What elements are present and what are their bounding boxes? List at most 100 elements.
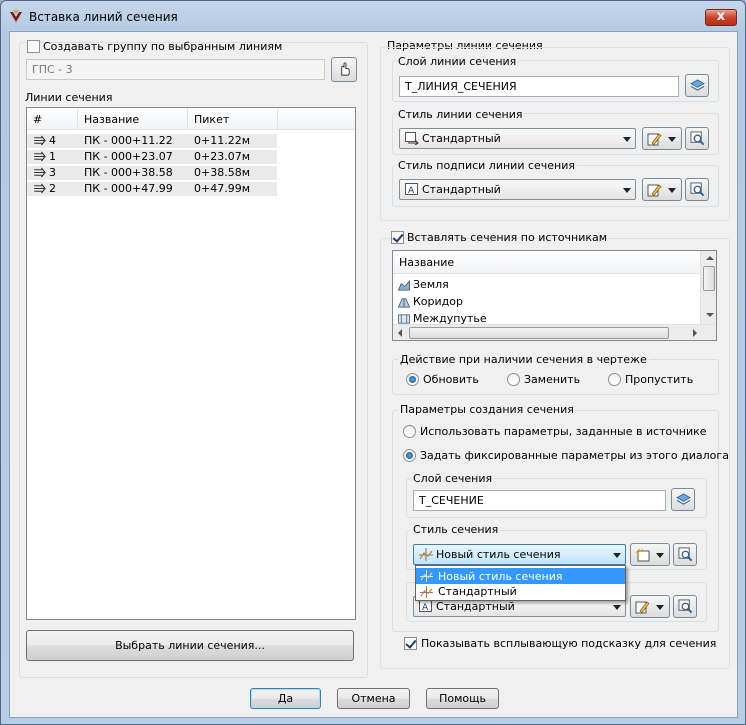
label-style-preview-button[interactable] [685, 178, 709, 201]
table-row[interactable]: 3 ПК - 000+38.58 0+38.58м [27, 166, 277, 180]
column-header-name[interactable]: Название [78, 108, 188, 130]
line-layer-field[interactable]: Т_ЛИНИЯ_СЕЧЕНИЯ [399, 76, 679, 97]
section-layer-field[interactable]: Т_СЕЧЕНИЕ [413, 490, 666, 511]
surface-icon [397, 279, 410, 291]
section-layer-button[interactable] [671, 488, 695, 511]
hand-pick-icon [341, 62, 350, 76]
scroll-up-icon[interactable] [706, 256, 714, 260]
dropdown-option-new-style[interactable]: Новый стиль сечения [416, 568, 625, 584]
column-header-empty [278, 108, 355, 130]
svg-text:A: A [422, 603, 429, 613]
chevron-down-icon [656, 553, 664, 558]
help-button[interactable]: Помощь [426, 688, 499, 709]
update-radio[interactable] [406, 373, 419, 386]
dropdown-option-label: Стандартный [438, 585, 517, 598]
section-style-dropdown[interactable]: Новый стиль сечения Стандартный [415, 565, 626, 601]
line-style-preview-button[interactable] [685, 127, 709, 150]
select-section-lines-button[interactable]: Выбрать линии сечения... [26, 630, 354, 661]
chevron-down-icon [613, 553, 621, 558]
section-lines-label: Линии сечения [25, 91, 113, 104]
scroll-thumb[interactable] [409, 327, 669, 339]
row-station: 0+23.07м [194, 150, 251, 163]
label-style-label: Стиль подписи линии сечения [396, 159, 578, 172]
ok-button[interactable]: Да [250, 688, 321, 709]
chevron-down-icon [668, 137, 676, 142]
row-num: 3 [49, 166, 56, 179]
table-row[interactable]: 1 ПК - 000+23.07 0+23.07м [27, 150, 277, 164]
skip-radio[interactable] [608, 373, 621, 386]
dialog-window: Вставка линий сечения x Создавать группу… [0, 0, 746, 725]
sources-list[interactable]: Название Земля Коридор Междупутье [392, 250, 717, 341]
label-style-value: Стандартный [422, 183, 501, 196]
scroll-down-icon[interactable] [706, 313, 714, 317]
dialog-client: Создавать группу по выбранным линиям ГПС… [9, 31, 738, 718]
replace-label: Заменить [524, 373, 581, 386]
corridor-icon [397, 298, 411, 308]
horizontal-scrollbar[interactable] [393, 324, 716, 340]
section-style-icon [420, 586, 433, 598]
chevron-down-icon [623, 137, 631, 142]
source-name: Коридор [413, 295, 463, 308]
app-icon [10, 10, 22, 22]
line-style-combo[interactable]: Стандартный [399, 128, 636, 149]
section-line-icon [34, 183, 46, 194]
title-bar[interactable]: Вставка линий сечения x [1, 1, 745, 31]
table-row[interactable]: 2 ПК - 000+47.99 0+47.99м [27, 182, 277, 196]
replace-radio[interactable] [507, 373, 520, 386]
section-lines-list[interactable]: # Название Пикет 4 ПК - 000+11.22 0+11.2… [26, 107, 356, 620]
insert-by-sources-label: Вставлять сечения по источникам [407, 231, 608, 244]
line-layer-button[interactable] [685, 74, 709, 97]
row-name: ПК - 000+38.58 [84, 166, 173, 179]
scroll-right-icon[interactable] [693, 329, 697, 337]
source-name: Земля [413, 278, 449, 291]
use-fixed-params-radio[interactable] [403, 449, 416, 462]
section-layer-label: Слой сечения [411, 472, 495, 485]
row-station: 0+38.58м [194, 166, 251, 179]
label-style-combo[interactable]: A Стандартный [399, 179, 636, 200]
close-button[interactable]: x [705, 9, 737, 26]
sources-header[interactable]: Название [393, 251, 700, 274]
section-label-style-preview-button[interactable] [673, 595, 697, 618]
section-style-new-button[interactable] [630, 543, 670, 566]
table-row[interactable]: 4 ПК - 000+11.22 0+11.22м [27, 134, 277, 148]
label-style-icon: A [405, 183, 418, 196]
scroll-thumb[interactable] [703, 266, 715, 291]
chevron-down-icon [656, 605, 664, 610]
magnifier-icon [678, 547, 693, 562]
section-line-icon [34, 167, 46, 178]
chevron-down-icon [613, 605, 621, 610]
action-label: Действие при наличии сечения в чертеже [398, 353, 649, 366]
dropdown-option-standard[interactable]: Стандартный [416, 584, 625, 600]
row-station: 0+11.22м [194, 134, 251, 147]
row-name: ПК - 000+47.99 [84, 182, 173, 195]
section-style-icon [419, 548, 433, 561]
line-style-value: Стандартный [422, 132, 501, 145]
insert-by-sources-checkbox[interactable] [391, 231, 404, 244]
group-checkbox[interactable] [27, 40, 40, 53]
group-name-field[interactable]: ГПС - 3 [26, 59, 325, 80]
scroll-left-icon[interactable] [398, 329, 402, 337]
edit-style-icon [647, 184, 662, 197]
section-line-icon [34, 135, 46, 146]
use-fixed-params-label: Задать фиксированные параметры из этого … [420, 449, 729, 462]
section-style-preview-button[interactable] [673, 543, 697, 566]
show-tooltip-label: Показывать всплывающую подсказку для сеч… [421, 637, 717, 650]
window-title: Вставка линий сечения [29, 10, 178, 24]
label-style-edit-button[interactable] [642, 178, 682, 201]
line-style-edit-button[interactable] [642, 127, 682, 150]
dropdown-option-label: Новый стиль сечения [438, 570, 563, 583]
section-style-combo[interactable]: Новый стиль сечения [413, 544, 626, 565]
cancel-button[interactable]: Отмена [337, 688, 410, 709]
section-label-style-edit-button[interactable] [630, 595, 670, 618]
magnifier-icon [690, 131, 705, 146]
column-header-num[interactable]: # [27, 108, 78, 130]
row-num: 4 [49, 134, 56, 147]
show-tooltip-checkbox[interactable] [404, 637, 417, 650]
column-header-station[interactable]: Пикет [188, 108, 278, 130]
pick-group-button[interactable] [331, 57, 357, 82]
use-source-params-radio[interactable] [403, 425, 416, 438]
section-line-icon [34, 151, 46, 162]
layers-icon [690, 79, 705, 91]
edit-style-icon [647, 133, 662, 146]
vertical-scrollbar[interactable] [700, 251, 716, 324]
